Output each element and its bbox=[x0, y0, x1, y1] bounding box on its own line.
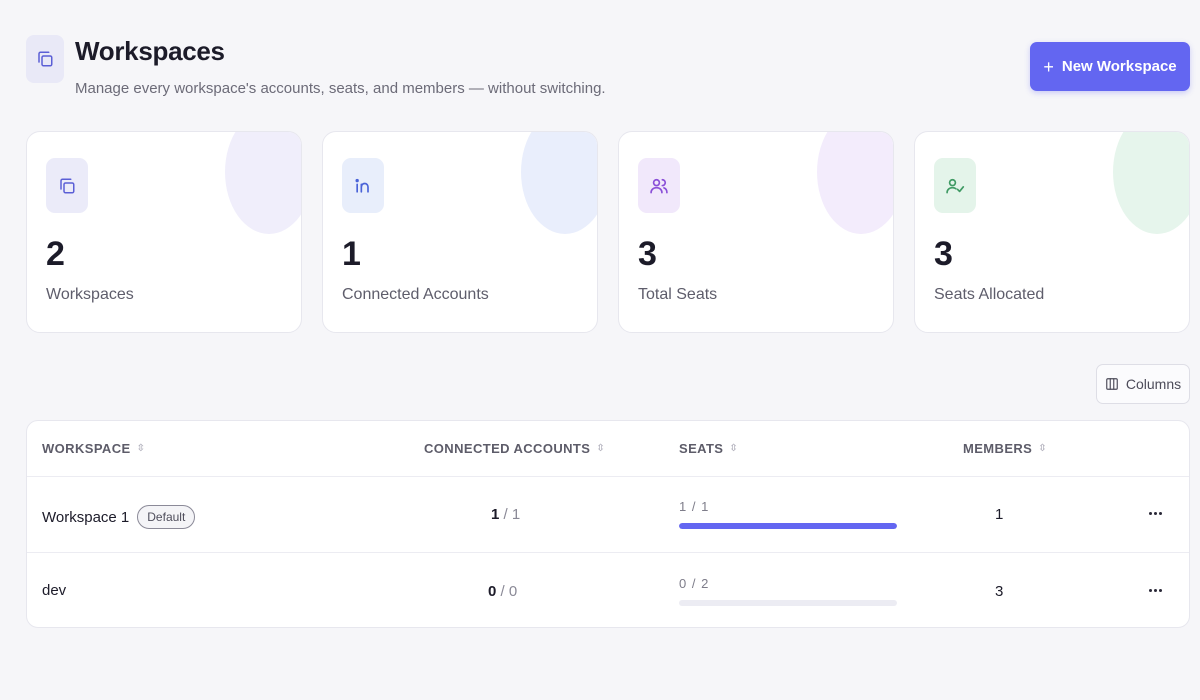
stat-value: 2 bbox=[46, 235, 65, 273]
stat-card-connected-accounts: 1 Connected Accounts bbox=[322, 131, 598, 333]
seats-cell: 1 / 1 bbox=[679, 499, 897, 529]
page-title: Workspaces bbox=[75, 36, 225, 66]
row-actions-more-icon[interactable] bbox=[1143, 503, 1167, 523]
stat-card-total-seats: 3 Total Seats bbox=[618, 131, 894, 333]
members-count: 3 bbox=[995, 583, 1004, 600]
stat-card-seats-allocated: 3 Seats Allocated bbox=[914, 131, 1190, 333]
workspaces-header-icon bbox=[26, 35, 64, 83]
stat-icon-box bbox=[934, 158, 976, 213]
connected-accounts-cell: 1 / 1 bbox=[491, 506, 521, 523]
table-header: WORKSPACE ⇳ CONNECTED ACCOUNTS ⇳ SEATS ⇳… bbox=[27, 421, 1189, 477]
sort-icon: ⇳ bbox=[729, 442, 739, 454]
seats-progress-bar bbox=[679, 523, 897, 529]
columns-icon bbox=[1106, 378, 1118, 390]
card-decoration bbox=[225, 132, 301, 234]
columns-button[interactable]: Columns bbox=[1096, 364, 1190, 404]
row-actions-more-icon[interactable] bbox=[1143, 580, 1167, 600]
stat-value: 1 bbox=[342, 235, 361, 273]
seats-text: 1 / 1 bbox=[679, 499, 710, 514]
stat-icon-box bbox=[342, 158, 384, 213]
column-header-members[interactable]: MEMBERS ⇳ bbox=[963, 441, 1047, 456]
members-count: 1 bbox=[995, 506, 1004, 523]
stat-icon-box bbox=[638, 158, 680, 213]
new-workspace-label: New Workspace bbox=[1061, 58, 1177, 75]
column-header-label: WORKSPACE bbox=[42, 441, 131, 456]
card-decoration bbox=[1113, 132, 1189, 234]
workspaces-table: WORKSPACE ⇳ CONNECTED ACCOUNTS ⇳ SEATS ⇳… bbox=[26, 420, 1190, 628]
sort-icon: ⇳ bbox=[1038, 442, 1048, 454]
copy-icon bbox=[60, 178, 75, 193]
accounts-used: 0 bbox=[488, 583, 497, 600]
stat-icon-box bbox=[46, 158, 88, 213]
columns-label: Columns bbox=[1125, 376, 1182, 392]
workspace-name: Workspace 1 bbox=[42, 508, 130, 526]
seats-progress-bar bbox=[679, 600, 897, 606]
accounts-total: 0 bbox=[508, 583, 518, 600]
stat-value: 3 bbox=[638, 235, 657, 273]
new-workspace-button[interactable]: + New Workspace bbox=[1030, 42, 1190, 91]
column-header-connected-accounts[interactable]: CONNECTED ACCOUNTS ⇳ bbox=[424, 441, 605, 456]
column-header-workspace[interactable]: WORKSPACE ⇳ bbox=[42, 441, 145, 456]
workspace-name-cell: Workspace 1 Default bbox=[42, 505, 196, 529]
card-decoration bbox=[817, 132, 893, 234]
stat-card-workspaces: 2 Workspaces bbox=[26, 131, 302, 333]
connected-accounts-cell: 0 / 0 bbox=[488, 583, 518, 600]
table-row[interactable]: Workspace 1 Default 1 / 1 1 / 1 1 bbox=[27, 477, 1189, 553]
page-subtitle: Manage every workspace's accounts, seats… bbox=[75, 80, 606, 97]
sort-icon: ⇳ bbox=[596, 442, 606, 454]
accounts-used: 1 bbox=[491, 506, 500, 523]
seats-progress-fill bbox=[679, 523, 897, 529]
stat-value: 3 bbox=[934, 235, 953, 273]
column-header-seats[interactable]: SEATS ⇳ bbox=[679, 441, 738, 456]
stat-label: Seats Allocated bbox=[934, 286, 1045, 303]
accounts-total: 1 bbox=[511, 506, 521, 523]
card-decoration bbox=[521, 132, 597, 234]
seats-cell: 0 / 2 bbox=[679, 576, 897, 606]
copy-icon bbox=[38, 51, 53, 67]
user-check-icon bbox=[946, 178, 965, 193]
table-row[interactable]: dev 0 / 0 0 / 2 3 bbox=[27, 554, 1189, 627]
stat-label: Workspaces bbox=[46, 286, 134, 303]
users-icon bbox=[650, 178, 668, 193]
workspace-name-cell: dev bbox=[42, 582, 66, 599]
column-header-label: MEMBERS bbox=[963, 441, 1033, 456]
workspace-name: dev bbox=[42, 582, 67, 599]
sort-icon: ⇳ bbox=[136, 442, 146, 454]
stat-label: Total Seats bbox=[638, 286, 718, 303]
plus-icon: + bbox=[1043, 56, 1054, 77]
column-header-label: SEATS bbox=[679, 441, 724, 456]
seats-text: 0 / 2 bbox=[679, 576, 710, 591]
linkedin-icon bbox=[355, 178, 369, 193]
default-badge: Default bbox=[137, 505, 196, 529]
column-header-label: CONNECTED ACCOUNTS bbox=[424, 441, 591, 456]
stat-label: Connected Accounts bbox=[342, 286, 489, 303]
